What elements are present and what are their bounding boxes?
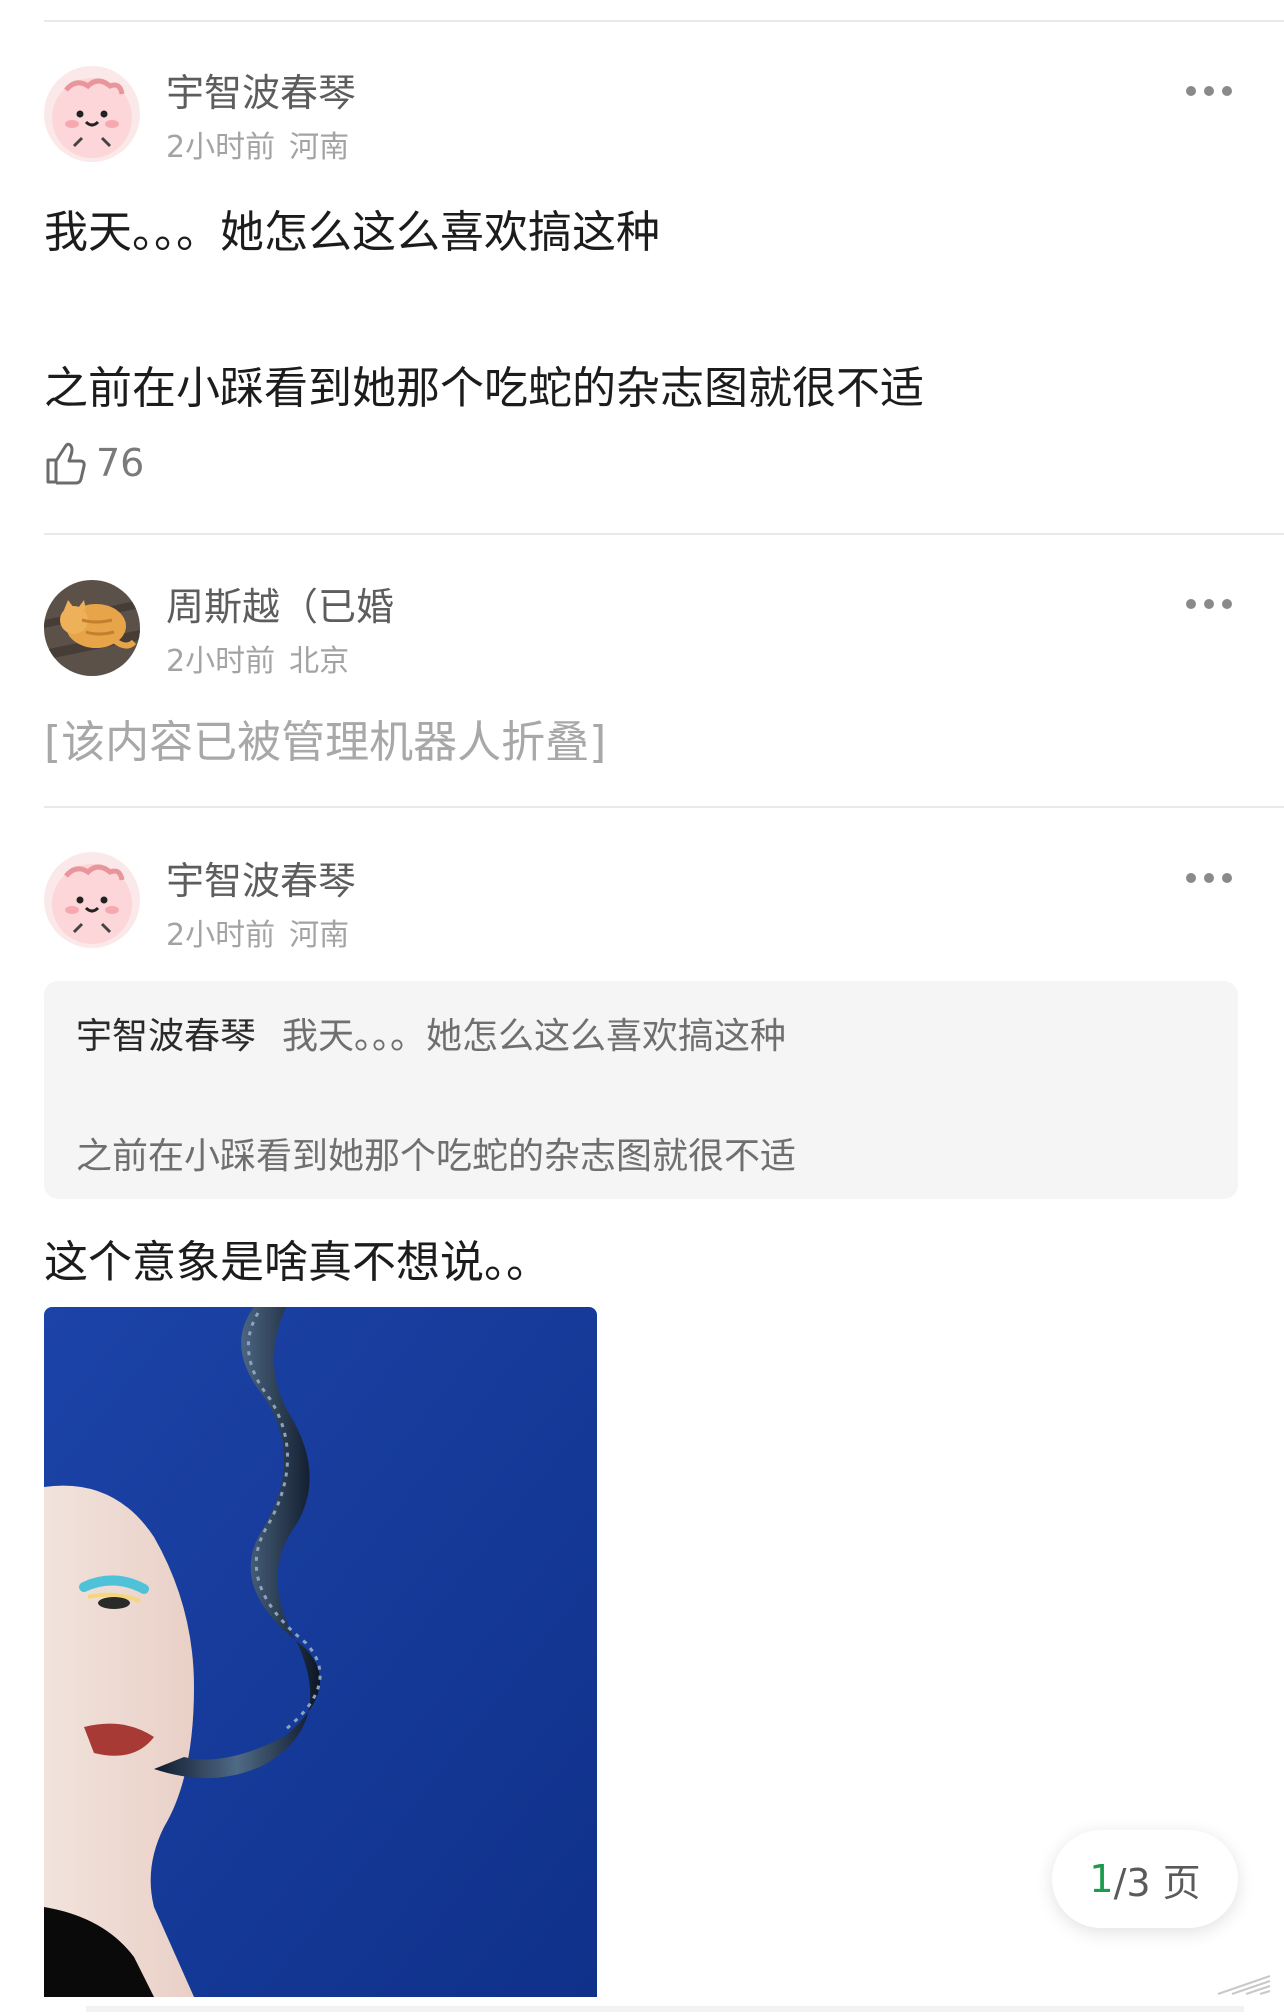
bottom-bar xyxy=(86,2006,1244,2012)
post-location: 河南 xyxy=(289,918,350,953)
more-options-icon[interactable] xyxy=(1186,872,1232,884)
like-button[interactable]: 76 xyxy=(44,440,144,486)
attached-photo[interactable] xyxy=(44,1307,597,1997)
woman-with-snake-photo xyxy=(44,1307,597,1997)
quote-text: 我天。。。她怎么这么喜欢搞这种 xyxy=(282,1016,787,1057)
like-count: 76 xyxy=(96,441,145,485)
quoted-reply[interactable]: 宇智波春琴 我天。。。她怎么这么喜欢搞这种 之前在小踩看到她那个吃蛇的杂志图就很不… xyxy=(44,981,1238,1199)
comment-text: 这个意象是啥真不想说。。 xyxy=(44,1237,550,1288)
post-meta: 2小时前 北京 xyxy=(166,636,349,680)
drag-handle-icon[interactable] xyxy=(1214,1972,1274,1998)
orange-cat-avatar-icon xyxy=(44,580,140,676)
comment-divider xyxy=(44,806,1284,808)
folded-notice[interactable]: [该内容已被管理机器人折叠] xyxy=(44,706,606,770)
username[interactable]: 宇智波春琴 xyxy=(166,62,356,117)
post-time: 2小时前 xyxy=(166,918,276,953)
username[interactable]: 宇智波春琴 xyxy=(166,850,356,905)
avatar[interactable] xyxy=(44,852,140,948)
post-time: 2小时前 xyxy=(166,644,276,679)
pink-blob-avatar-icon xyxy=(44,852,140,948)
quote-line-2: 之前在小踩看到她那个吃蛇的杂志图就很不适 xyxy=(76,1136,797,1177)
post-location: 河南 xyxy=(289,130,350,165)
post-location: 北京 xyxy=(289,644,350,679)
post-meta: 2小时前 河南 xyxy=(166,910,349,954)
quote-line-1: 宇智波春琴 我天。。。她怎么这么喜欢搞这种 xyxy=(76,1007,786,1059)
post-time: 2小时前 xyxy=(166,130,276,165)
quote-author: 宇智波春琴 xyxy=(76,1016,257,1057)
post-meta: 2小时前 河南 xyxy=(166,122,349,166)
more-options-icon[interactable] xyxy=(1186,85,1232,97)
avatar[interactable] xyxy=(44,580,140,676)
page-total: /3 页 xyxy=(1113,1860,1201,1905)
comment-divider xyxy=(44,533,1284,535)
avatar[interactable] xyxy=(44,66,140,162)
thumbs-up-icon xyxy=(46,442,86,485)
username[interactable]: 周斯越（已婚 xyxy=(166,576,394,631)
page-indicator[interactable]: 1/3 页 xyxy=(1052,1830,1238,1928)
more-options-icon[interactable] xyxy=(1186,598,1232,610)
pink-blob-avatar-icon xyxy=(44,66,140,162)
comment-text-line-2: 之前在小踩看到她那个吃蛇的杂志图就很不适 xyxy=(44,363,924,414)
current-page: 1 xyxy=(1089,1857,1114,1901)
top-divider xyxy=(44,20,1284,22)
comment-text-line-1: 我天。。。她怎么这么喜欢搞这种 xyxy=(44,207,660,258)
